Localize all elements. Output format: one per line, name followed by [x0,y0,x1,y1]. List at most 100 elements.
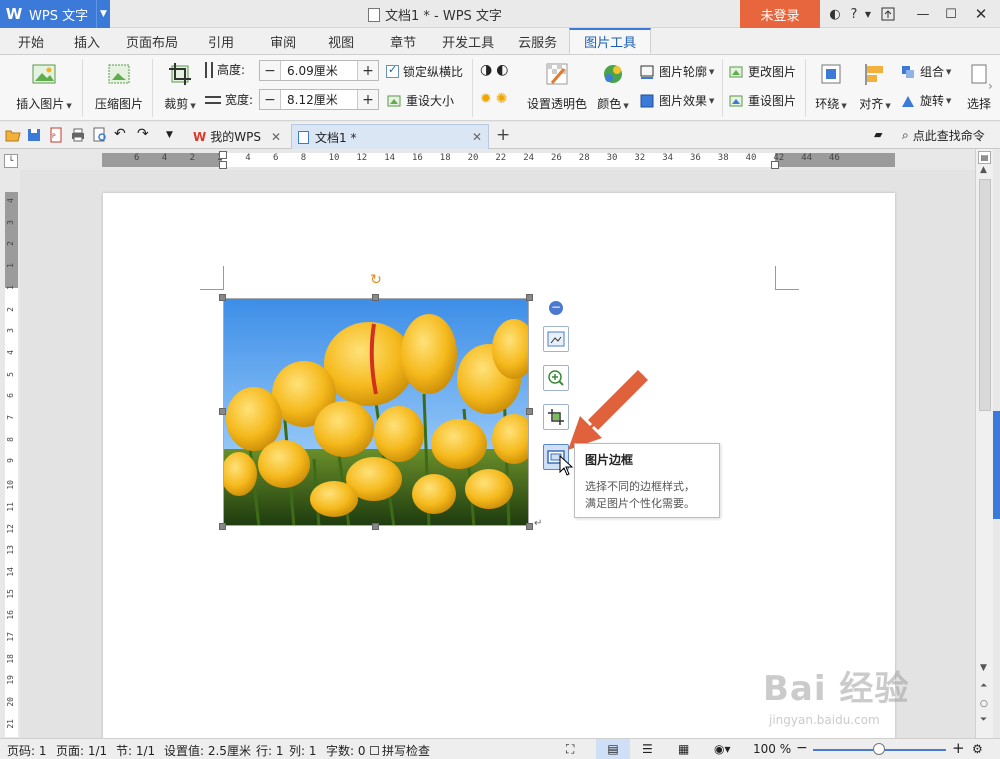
app-menu-button[interactable]: W WPS 文字 ▼ [0,0,110,28]
resize-handle[interactable] [219,523,226,530]
brightness-buttons[interactable]: ✹ ✺ [480,91,507,107]
ribbon-scroll-right-icon[interactable]: › [988,79,1000,93]
height-decrease-button[interactable]: − [260,61,280,80]
previous-page-icon[interactable]: ⏶ [980,681,987,691]
first-indent-marker[interactable] [219,151,227,159]
height-increase-button[interactable]: + [358,61,378,80]
width-decrease-button[interactable]: − [260,90,280,109]
skin-icon[interactable]: ◐ [822,0,848,28]
tab-stop-selector[interactable]: └ [4,154,18,168]
set-transparent-color-button[interactable]: 设置透明色 [524,55,590,112]
color-button[interactable]: 颜色 ▼ [594,55,632,112]
next-page-icon[interactable]: ⏷ [980,715,987,725]
tab-sections[interactable]: 章节 [366,28,428,54]
tab-view[interactable]: 视图 [308,28,366,54]
resize-handle[interactable] [526,294,533,301]
redo-icon[interactable]: ↷ [137,127,153,143]
close-icon[interactable]: ✕ [472,130,482,144]
picture-layout-button[interactable] [543,326,569,352]
pin-icon[interactable]: ▰ [874,128,882,141]
web-view-icon[interactable]: ▦ [678,742,689,756]
width-input[interactable]: 8.12厘米 [280,90,358,109]
change-picture-button[interactable]: 更改图片 [728,63,796,80]
horizontal-ruler[interactable]: 6422468101214161820222426283032343638404… [102,151,895,169]
rotate-handle-icon[interactable]: ↻ [369,273,383,287]
full-screen-icon[interactable]: ⛶ [566,742,574,757]
lock-aspect-ratio-checkbox[interactable]: 锁定纵横比 [386,63,463,80]
resize-handle[interactable] [219,408,226,415]
height-input[interactable]: 6.09厘米 [280,61,358,80]
tab-insert[interactable]: 插入 [56,28,112,54]
picture-outline-button[interactable]: 图片轮廓 ▼ [639,63,714,80]
open-folder-icon[interactable] [5,127,21,143]
tab-start[interactable]: 开始 [0,28,56,54]
collapse-toolbar-button[interactable]: − [549,301,563,315]
tab-developer[interactable]: 开发工具 [428,28,506,54]
resize-handle[interactable] [526,523,533,530]
new-tab-button[interactable]: + [496,125,510,145]
resize-handle[interactable] [219,294,226,301]
upload-icon[interactable] [876,0,900,28]
width-stepper[interactable]: − 8.12厘米 + [259,89,379,110]
close-button[interactable]: ✕ [966,0,996,28]
chevron-down-icon[interactable]: ▼ [96,0,110,28]
resize-handle[interactable] [372,294,379,301]
tulip-picture[interactable] [223,298,529,526]
tab-my-wps[interactable]: W 我的WPS ✕ [187,124,287,149]
save-icon[interactable] [26,127,42,143]
split-view-icon[interactable]: ▤ [978,151,991,164]
left-indent-marker[interactable] [219,161,227,169]
tab-page-layout[interactable]: 页面布局 [112,28,190,54]
brightness-down-icon[interactable]: ✺ [496,91,508,107]
close-icon[interactable]: ✕ [271,130,281,144]
scroll-down-icon[interactable]: ▼ [980,663,987,673]
vertical-ruler[interactable]: 4 3 2 1 1 2 3 4 5 6 7 8 9 10 11 12 13 14 15 16 17 18 19 20 21 [5,192,18,737]
side-panel-toggle[interactable] [993,411,1000,519]
height-stepper[interactable]: − 6.09厘米 + [259,60,379,81]
scroll-up-icon[interactable]: ▲ [980,165,987,175]
contrast-buttons[interactable]: ◑ ◐ [480,62,508,78]
command-search[interactable]: ⌕ 点此查找命令 [902,127,985,144]
zoom-slider-knob[interactable] [873,743,885,755]
picture-effect-button[interactable]: 图片效果 ▼ [639,92,714,109]
resize-handle[interactable] [526,408,533,415]
minimize-button[interactable]: — [910,0,936,28]
zoom-out-button[interactable]: − [796,740,808,756]
scrollbar-thumb[interactable] [979,179,991,411]
customize-toolbar-icon[interactable]: ▼ [166,127,182,143]
settings-icon[interactable]: ⚙ [972,742,983,756]
reading-mode-icon[interactable]: ◉▾ [714,742,731,756]
vertical-scrollbar[interactable]: ▤ ▲ ▼ ⏶ ○ ⏷ [975,149,993,738]
right-indent-marker[interactable] [771,161,779,169]
width-increase-button[interactable]: + [358,90,378,109]
tab-references[interactable]: 引用 [190,28,246,54]
tab-cloud[interactable]: 云服务 [506,28,569,54]
reset-size-button[interactable]: 重设大小 [386,92,454,109]
outline-view-icon[interactable]: ☰ [642,742,653,756]
group-button[interactable]: 组合 ▼ [900,63,951,80]
zoom-level[interactable]: 100 % [753,742,791,756]
tab-picture-tools[interactable]: 图片工具 [569,28,652,54]
reset-picture-button[interactable]: 重设图片 [728,92,796,109]
browse-object-icon[interactable]: ○ [980,699,988,709]
compress-picture-button[interactable]: 压缩图片 [92,55,146,112]
help-button[interactable]: ? [846,0,862,28]
resize-handle[interactable] [372,523,379,530]
tab-document1[interactable]: 文档1 * ✕ [291,124,489,149]
print-preview-icon[interactable] [92,127,108,143]
print-icon[interactable] [70,127,86,143]
zoom-in-button[interactable]: + [952,739,965,757]
wrap-button[interactable]: 环绕 ▼ [812,55,850,112]
login-button[interactable]: 未登录 [740,0,820,28]
contrast-down-icon[interactable]: ◐ [496,62,508,78]
insert-picture-button[interactable]: 插入图片 ▼ [12,55,76,112]
undo-icon[interactable]: ↶ [114,127,130,143]
contrast-up-icon[interactable]: ◑ [480,62,492,78]
maximize-button[interactable]: ☐ [938,0,964,28]
export-pdf-icon[interactable]: P [48,127,64,143]
page-view-icon[interactable]: ▤ [596,739,630,759]
crop-button[interactable]: 裁剪 ▼ [160,55,200,112]
brightness-up-icon[interactable]: ✹ [480,91,492,107]
align-button[interactable]: 对齐 ▼ [856,55,894,112]
spellcheck-toggle[interactable]: 拼写检查 [370,742,430,759]
